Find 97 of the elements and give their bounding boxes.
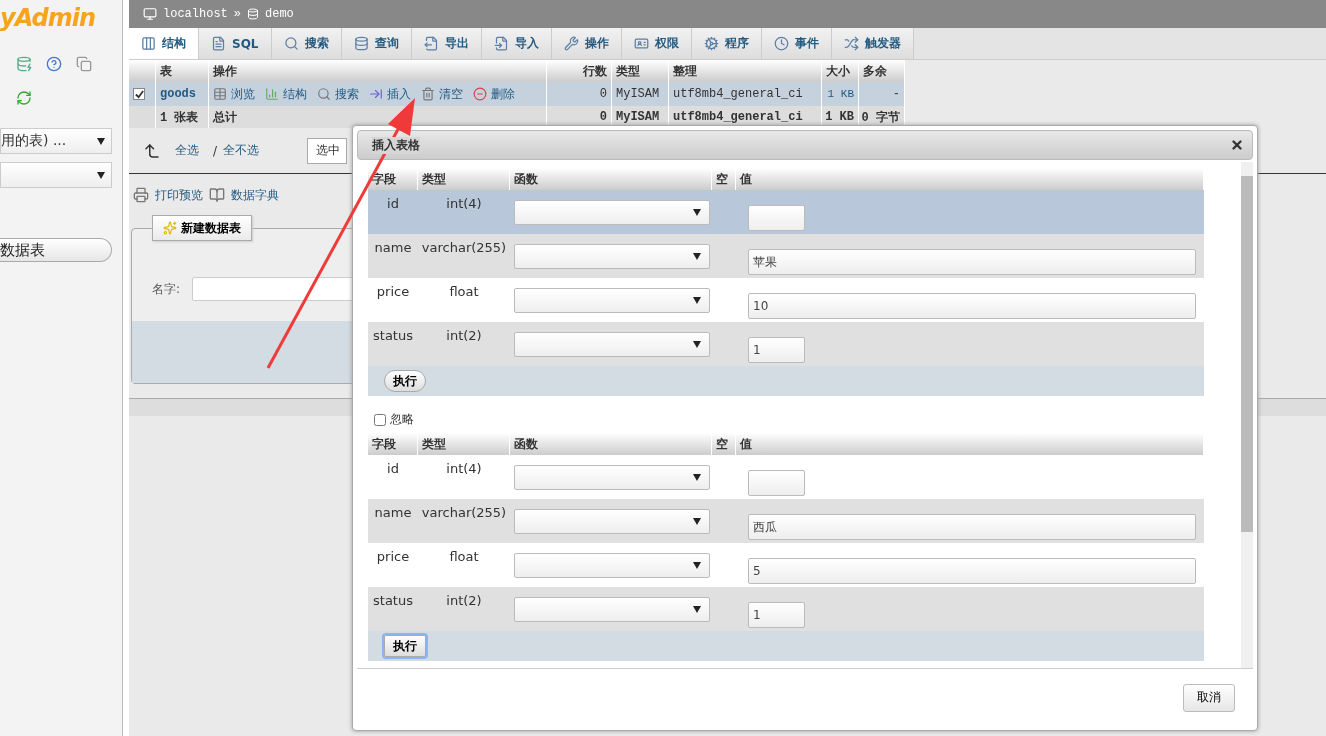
field-name: price [375,548,411,566]
value-input[interactable] [748,470,805,496]
row-checkbox[interactable] [133,88,145,100]
tab[interactable]: 权限 [621,28,692,59]
execute-button[interactable]: 执行 [384,370,426,392]
field-name: id [386,460,400,478]
tab[interactable]: 搜索 [271,28,342,59]
field-type: varchar(255) [420,504,508,522]
import-icon [493,36,509,51]
action-link[interactable]: 搜索 [335,85,359,103]
ignore-checkbox[interactable] [374,413,386,426]
sparkle-icon [163,221,177,235]
select-field[interactable] [0,162,112,188]
search-icon [283,36,299,51]
field-type: float [448,283,480,301]
scrollbar[interactable] [1241,162,1253,668]
field-type: int(2) [445,592,483,610]
wrench-icon [563,36,579,51]
breadcrumb-separator: » [233,7,241,21]
tab[interactable]: 事件 [761,28,832,59]
field-name: name [373,504,413,522]
breadcrumb-link[interactable]: demo [265,7,294,21]
value-input[interactable]: 苹果 [748,249,1196,275]
function-select[interactable] [514,597,710,622]
copy-icon[interactable] [76,56,92,72]
execute-button[interactable]: 执行 [384,635,426,657]
field-type: float [448,548,480,566]
table-icon [213,87,227,101]
arrow-icon [143,141,161,160]
database-icon[interactable] [16,56,32,72]
refresh-icon[interactable] [16,90,32,106]
book-icon [209,187,225,203]
value-input[interactable]: 西瓜 [748,514,1196,540]
ignore-label: 忽略 [390,411,414,428]
search-icon [317,87,331,101]
tab[interactable]: 程序 [691,28,762,59]
tab[interactable]: 触发器 [831,28,914,59]
tab[interactable]: 导出 [411,28,482,59]
field-type: int(4) [445,460,483,478]
with-selected-select[interactable]: 选中 [307,137,348,164]
field-name: price [375,283,411,301]
value-input[interactable]: 10 [748,293,1196,319]
function-select[interactable] [514,200,710,225]
field-name: name [373,239,413,257]
function-select[interactable] [514,332,710,357]
breadcrumb-link[interactable]: localhost [163,7,228,21]
delete-icon [473,87,487,101]
table-count: 1 张表 [156,106,209,128]
value-input[interactable]: 5 [748,558,1196,584]
tab[interactable]: 查询 [341,28,412,59]
insert-icon [369,87,383,101]
printer-icon [133,187,149,203]
tab[interactable]: 操作 [551,28,622,59]
close-icon[interactable] [1230,138,1244,152]
database-icon [247,8,259,20]
logo: yAdmin [0,4,96,34]
clock-icon [773,36,789,51]
action-link[interactable]: 结构 [283,85,307,103]
cancel-button[interactable]: 取消 [1183,683,1235,712]
export-icon [423,36,439,51]
id-card-icon [633,36,649,51]
table-filter-select[interactable]: 用的表) ... [0,128,112,154]
field-name: status [372,592,414,610]
function-select[interactable] [514,509,710,534]
tab[interactable]: SQL [199,28,272,59]
action-link[interactable]: 清空 [439,85,463,103]
separator: / [213,143,218,158]
action-link[interactable]: 删除 [491,85,515,103]
uncheck-all-link[interactable]: 全不选 [223,142,260,159]
dialog-title: 插入表格 [372,136,420,154]
function-select[interactable] [514,553,710,578]
action-link[interactable]: 浏览 [231,85,255,103]
function-select[interactable] [514,465,710,490]
cylinder-icon [353,36,369,51]
print-preview-link[interactable]: 打印预览 [155,186,203,204]
new-table-button[interactable]: 数据表 [0,238,112,262]
function-select[interactable] [514,244,710,269]
help-icon[interactable] [46,56,62,72]
create-table-button[interactable]: 新建数据表 [152,215,252,241]
function-select[interactable] [514,288,710,313]
field-name: status [372,327,414,345]
value-input[interactable]: 1 [748,602,805,628]
field-name: id [386,195,400,213]
field-type: int(4) [445,195,483,213]
field-type: varchar(255) [420,239,508,257]
action-link[interactable]: 插入 [387,85,411,103]
server-icon [143,7,157,21]
shuffle-icon [843,36,859,51]
tab[interactable]: 结构 [129,28,199,59]
data-dictionary-link[interactable]: 数据字典 [231,186,279,204]
tab[interactable]: 导入 [481,28,552,59]
value-input[interactable] [748,205,805,231]
field-type: int(2) [445,327,483,345]
document-icon [211,36,226,51]
value-input[interactable]: 1 [748,337,805,363]
check-all-link[interactable]: 全选 [175,142,199,159]
name-label: 名字: [152,280,181,298]
